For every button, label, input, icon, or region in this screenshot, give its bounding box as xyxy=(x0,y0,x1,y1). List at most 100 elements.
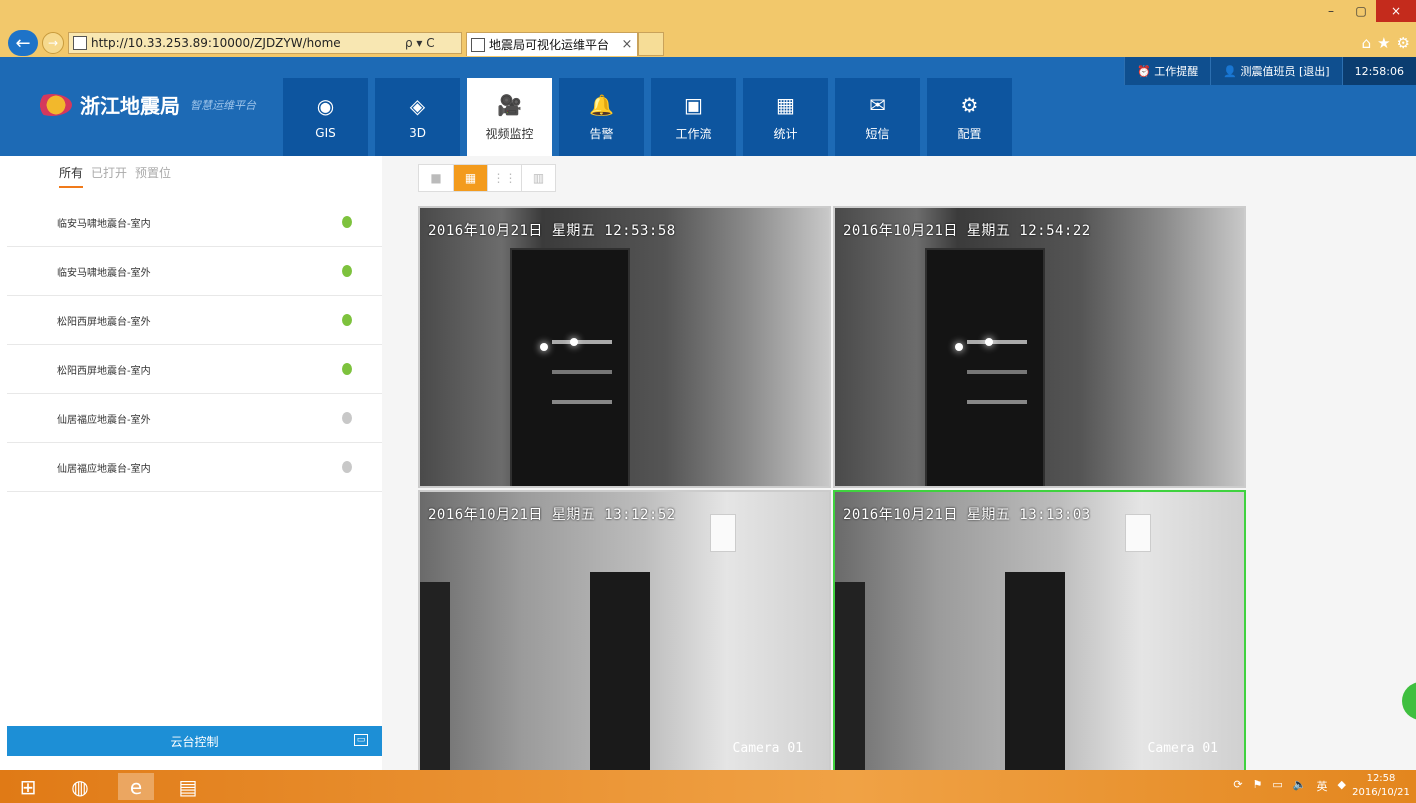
logo: 浙江地震局 智慧运维平台 xyxy=(32,90,256,119)
video-feed xyxy=(420,208,829,486)
user-name: 测震值班员 xyxy=(1240,65,1296,78)
nav-video[interactable]: 🎥 视频监控 xyxy=(467,78,552,156)
layout-4-button[interactable]: ▦ xyxy=(453,165,487,191)
list-item[interactable]: 松阳西屏地震台-室外 xyxy=(7,296,382,345)
camera-list: 临安马啸地震台-室内 临安马啸地震台-室外 松阳西屏地震台-室外 松阳西屏地震台… xyxy=(7,198,382,492)
close-window-button[interactable]: × xyxy=(1376,0,1416,22)
camera-label: Camera 01 xyxy=(1147,741,1218,756)
maximize-button[interactable]: ▢ xyxy=(1346,0,1376,22)
nine-grid-icon: ⋮⋮ xyxy=(492,171,517,185)
video-cell[interactable]: 2016年10月21日 星期五 12:53:58 xyxy=(418,206,831,488)
taskbar-explorer[interactable]: ▤ xyxy=(170,773,206,800)
tab-title: 地震局可视化运维平台 xyxy=(489,38,610,52)
single-grid-icon: ■ xyxy=(430,171,442,185)
browser-tab[interactable]: 地震局可视化运维平台 × xyxy=(466,32,638,56)
forward-button[interactable]: → xyxy=(42,32,64,54)
list-item[interactable]: 仙居福应地震台-室外 xyxy=(7,394,382,443)
mail-icon: ✉ xyxy=(869,92,886,117)
back-button[interactable]: ← xyxy=(8,30,38,56)
video-timestamp: 2016年10月21日 星期五 12:53:58 xyxy=(428,223,676,239)
flag-icon[interactable]: ⚑ xyxy=(1253,778,1263,794)
3d-icon: ◈ xyxy=(409,94,426,118)
user-info: 👤 测震值班员 [退出] xyxy=(1210,57,1342,85)
system-tray: ⟳ ⚑ ▭ 🔈 英 ◆ xyxy=(1233,778,1346,794)
arrow-left-icon: ← xyxy=(15,32,31,54)
app-icon: ◍ xyxy=(71,774,89,799)
stats-icon: ▦ xyxy=(776,92,795,117)
user-icon: 👤 xyxy=(1223,64,1241,78)
location-pin-icon xyxy=(342,363,352,375)
gear-icon[interactable]: ⚙ xyxy=(1397,34,1410,52)
clock-time: 12:58 xyxy=(1366,773,1396,784)
video-timestamp: 2016年10月21日 星期五 13:12:52 xyxy=(428,507,676,523)
browser-chrome: – ▢ × ← → http://10.33.253.89:10000/ZJDZ… xyxy=(0,0,1416,57)
gis-icon: ◉ xyxy=(316,94,335,118)
ime-indicator[interactable]: 英 xyxy=(1317,778,1328,794)
location-pin-icon xyxy=(342,412,352,424)
header-time: 12:58:06 xyxy=(1341,57,1416,85)
work-reminder-link[interactable]: ⏰ 工作提醒 xyxy=(1124,57,1211,85)
quad-grid-icon: ▦ xyxy=(464,171,477,185)
video-cell[interactable]: 2016年10月21日 星期五 13:13:03 Camera 01 xyxy=(833,490,1246,772)
nav-stats[interactable]: ▦ 统计 xyxy=(743,78,828,156)
page-icon xyxy=(73,36,87,50)
layout-1-button[interactable]: ■ xyxy=(419,165,453,191)
address-bar[interactable]: http://10.33.253.89:10000/ZJDZYW/home ρ … xyxy=(68,32,462,54)
home-icon[interactable]: ⌂ xyxy=(1362,34,1372,52)
baidu-icon[interactable]: ◆ xyxy=(1338,778,1346,794)
volume-icon[interactable]: 🔈 xyxy=(1293,778,1307,794)
video-cell[interactable]: 2016年10月21日 星期五 13:12:52 Camera 01 xyxy=(418,490,831,772)
taskbar-app[interactable]: ◍ xyxy=(62,773,98,800)
new-tab-button[interactable] xyxy=(638,32,664,56)
folder-icon: ▤ xyxy=(178,774,198,799)
list-item[interactable]: 临安马啸地震台-室内 xyxy=(7,198,382,247)
list-item[interactable]: 松阳西屏地震台-室内 xyxy=(7,345,382,394)
layout-16-button[interactable]: ▥ xyxy=(521,165,555,191)
nav-workflow[interactable]: ▣ 工作流 xyxy=(651,78,736,156)
search-refresh-icon[interactable]: ρ ▾ C xyxy=(405,36,461,50)
network-icon[interactable]: ⟳ xyxy=(1233,778,1242,794)
video-feed xyxy=(835,208,1244,486)
layout-switcher: ■ ▦ ⋮⋮ ▥ xyxy=(418,164,556,192)
ie-icon: e xyxy=(129,774,143,799)
arrow-right-icon: → xyxy=(47,36,59,50)
nav-3d[interactable]: ◈ 3D xyxy=(375,78,460,156)
nav-config[interactable]: ⚙ 配置 xyxy=(927,78,1012,156)
expand-icon[interactable]: ▭ xyxy=(354,734,368,746)
logo-icon xyxy=(32,93,72,116)
tab-close-button[interactable]: × xyxy=(617,37,637,52)
taskbar: ⊞ ◍ e ▤ ⟳ ⚑ ▭ 🔈 英 ◆ 12:58 2016/10/21 xyxy=(0,770,1416,803)
monitor-icon[interactable]: ▭ xyxy=(1272,778,1282,794)
video-timestamp: 2016年10月21日 星期五 13:13:03 xyxy=(843,507,1091,523)
minimize-button[interactable]: – xyxy=(1316,0,1346,22)
tab-preset[interactable]: 预置位 xyxy=(135,164,171,188)
taskbar-clock[interactable]: 12:58 2016/10/21 xyxy=(1350,772,1412,800)
location-pin-icon xyxy=(342,314,352,326)
list-item[interactable]: 仙居福应地震台-室内 xyxy=(7,443,382,492)
ptz-control-bar[interactable]: 云台控制 ▭ xyxy=(7,726,382,756)
video-feed xyxy=(835,492,1244,770)
logout-link[interactable]: [退出] xyxy=(1299,63,1330,79)
video-cell[interactable]: 2016年10月21日 星期五 12:54:22 xyxy=(833,206,1246,488)
gear-icon: ⚙ xyxy=(960,92,979,117)
browser-tools: ⌂ ★ ⚙ xyxy=(1362,34,1410,52)
ptz-label: 云台控制 xyxy=(170,734,219,749)
camera-label: Camera 01 xyxy=(732,741,803,756)
taskbar-ie[interactable]: e xyxy=(118,773,154,800)
bell-icon: 🔔 xyxy=(589,92,614,117)
camera-list-panel: 所有 已打开 预置位 临安马啸地震台-室内 临安马啸地震台-室外 松阳西屏地震台… xyxy=(7,156,382,770)
location-pin-icon xyxy=(342,265,352,277)
window-controls: – ▢ × xyxy=(1316,0,1416,22)
start-button[interactable]: ⊞ xyxy=(10,773,46,800)
tab-all[interactable]: 所有 xyxy=(59,164,84,188)
video-grid: 2016年10月21日 星期五 12:53:58 2016年10月21日 星期五… xyxy=(418,206,1246,772)
layout-9-button[interactable]: ⋮⋮ xyxy=(487,165,521,191)
nav-alarm[interactable]: 🔔 告警 xyxy=(559,78,644,156)
star-icon[interactable]: ★ xyxy=(1377,34,1390,52)
main-nav: ◉ GIS ◈ 3D 🎥 视频监控 🔔 告警 ▣ 工作流 ▦ 统计 ✉ 短信 ⚙ 配置 xyxy=(283,78,1012,156)
nav-sms[interactable]: ✉ 短信 xyxy=(835,78,920,156)
tab-opened[interactable]: 已打开 xyxy=(91,164,127,188)
url-text[interactable]: http://10.33.253.89:10000/ZJDZYW/home xyxy=(91,36,405,50)
nav-gis[interactable]: ◉ GIS xyxy=(283,78,368,156)
list-item[interactable]: 临安马啸地震台-室外 xyxy=(7,247,382,296)
